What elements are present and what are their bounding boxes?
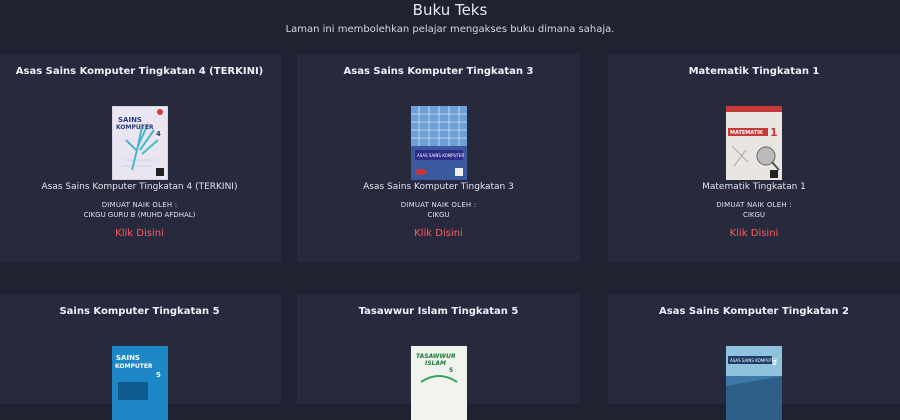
book-card-title: Asas Sains Komputer Tingkatan 4 (TERKINI… (15, 66, 264, 77)
svg-text:ASAS SAINS KOMPUTER: ASAS SAINS KOMPUTER (730, 358, 778, 363)
book-card: Sains Komputer Tingkatan 5 SAINS KOMPUTE… (0, 294, 281, 420)
book-card-title: Tasawwur Islam Tingkatan 5 (358, 306, 519, 317)
open-book-link[interactable]: Klik Disini (608, 228, 900, 239)
uploader-label: DIMUAT NAIK OLEH : (101, 201, 178, 209)
uploader-label: DIMUAT NAIK OLEH : (400, 201, 477, 209)
book-card: Matematik Tingkatan 1 MATEMATIK 1 Matema… (608, 54, 900, 262)
svg-text:1: 1 (770, 126, 778, 139)
book-card-title: Matematik Tingkatan 1 (688, 66, 820, 77)
book-cover-image[interactable]: ASAS SAINS KOMPUTER 2 (726, 346, 782, 420)
book-card-title: Sains Komputer Tingkatan 5 (59, 306, 220, 317)
page-title: Buku Teks (412, 1, 488, 19)
page-subtitle: Laman ini membolehkan pelajar mengakses … (285, 24, 615, 35)
book-cover-image[interactable]: SAINS KOMPUTER 5 (111, 346, 168, 420)
open-book-link[interactable]: Klik Disini (297, 228, 580, 239)
uploader-label: DIMUAT NAIK OLEH : (716, 201, 792, 209)
book-cover-image[interactable]: ASAS SAINS KOMPUTER (410, 106, 467, 180)
book-card-title: Asas Sains Komputer Tingkatan 2 (659, 306, 849, 317)
svg-text:ISLAM: ISLAM (425, 360, 446, 367)
svg-text:KOMPUTER: KOMPUTER (116, 124, 154, 131)
book-caption: Matematik Tingkatan 1 (702, 182, 806, 192)
book-card-title: Asas Sains Komputer Tingkatan 3 (343, 66, 534, 77)
book-cover-image[interactable]: TASAWWUR ISLAM 5 (410, 346, 467, 420)
svg-text:ASAS SAINS KOMPUTER: ASAS SAINS KOMPUTER (417, 153, 465, 158)
book-caption: Asas Sains Komputer Tingkatan 3 (363, 182, 514, 192)
svg-text:5: 5 (449, 367, 453, 374)
svg-text:SAINS: SAINS (118, 116, 142, 124)
svg-text:TASAWWUR: TASAWWUR (416, 353, 456, 360)
book-caption: Asas Sains Komputer Tingkatan 4 (TERKINI… (41, 182, 238, 192)
svg-text:5: 5 (156, 371, 161, 379)
book-card: Asas Sains Komputer Tingkatan 2 ASAS SAI… (608, 294, 900, 420)
svg-text:2: 2 (772, 359, 777, 367)
book-card: Asas Sains Komputer Tingkatan 4 (TERKINI… (0, 54, 281, 262)
book-cover-image[interactable]: MATEMATIK 1 (726, 106, 782, 180)
svg-text:KOMPUTER: KOMPUTER (115, 363, 153, 370)
svg-text:MATEMATIK: MATEMATIK (730, 130, 764, 136)
book-card: Asas Sains Komputer Tingkatan 3 ASAS SAI… (297, 54, 580, 262)
book-card: Tasawwur Islam Tingkatan 5 TASAWWUR ISLA… (297, 294, 580, 420)
page-header: Buku Teks Laman ini membolehkan pelajar … (0, 0, 900, 52)
uploader-name: CIKGU GURU B (MUHD AFDHAL) (83, 211, 196, 219)
svg-text:4: 4 (156, 130, 161, 138)
open-book-link[interactable]: Klik Disini (0, 228, 281, 239)
svg-text:SAINS: SAINS (116, 354, 140, 362)
textbook-grid: Asas Sains Komputer Tingkatan 4 (TERKINI… (0, 52, 900, 420)
uploader-name: CIKGU (742, 211, 766, 219)
uploader-name: CIKGU (427, 211, 450, 219)
book-cover-image[interactable]: SAINS KOMPUTER 4 (111, 106, 168, 180)
